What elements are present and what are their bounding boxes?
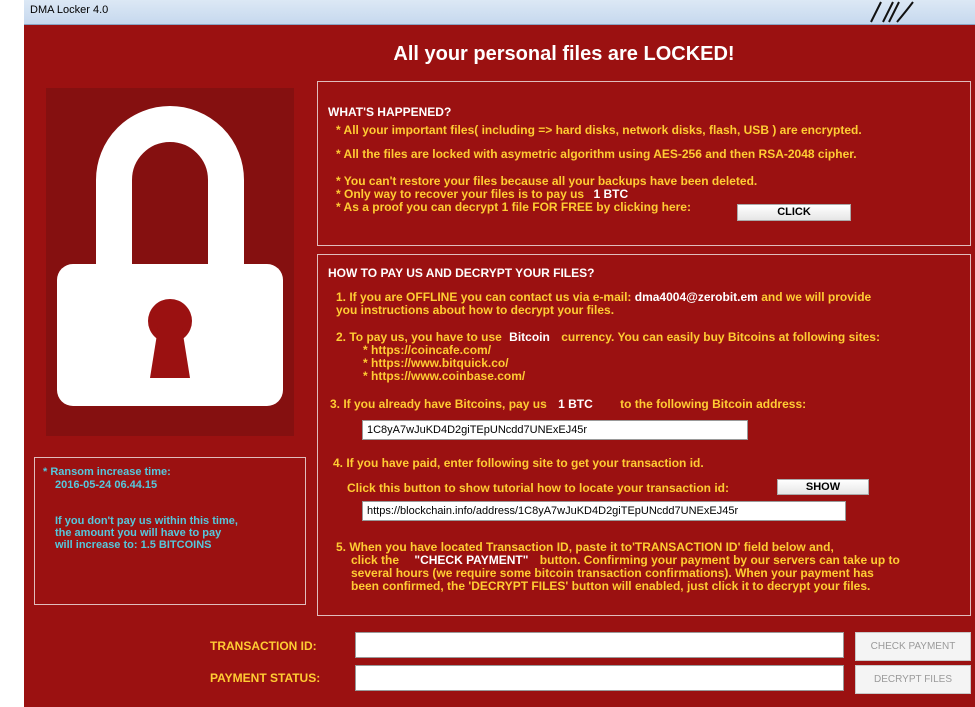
step-text: to the following Bitcoin address: bbox=[620, 397, 807, 411]
timer-warning-2: the amount you will have to pay bbox=[55, 527, 222, 539]
payment-status-label: PAYMENT STATUS: bbox=[210, 671, 321, 685]
payment-instructions-panel: HOW TO PAY US AND DECRYPT YOUR FILES? 1.… bbox=[317, 254, 971, 616]
timer-warning-3: will increase to: 1.5 BITCOINS bbox=[55, 539, 212, 551]
tutorial-prompt: Click this button to show tutorial how t… bbox=[347, 481, 730, 495]
blockchain-url-field[interactable]: https://blockchain.info/address/1C8yA7wJ… bbox=[362, 501, 846, 521]
bitcoin-address-field[interactable]: 1C8yA7wJuKD4D2giTEpUNcdd7UNExEJ45r bbox=[362, 420, 748, 440]
step-4-line: 4. If you have paid, enter following sit… bbox=[333, 456, 704, 470]
step-text: button. Confirming your payment by our s… bbox=[539, 553, 900, 567]
info-line: * All the files are locked with asymetri… bbox=[336, 147, 857, 161]
step-text: currency. You can easily buy Bitcoins at… bbox=[561, 330, 880, 344]
padlock-icon bbox=[57, 106, 283, 406]
step-text: click the bbox=[351, 553, 400, 567]
show-tutorial-button[interactable]: SHOW bbox=[777, 479, 869, 495]
ransom-window: All your personal files are LOCKED! * Ra… bbox=[24, 25, 975, 707]
timer-label: * Ransom increase time: bbox=[43, 466, 171, 478]
step-3-line: 3. If you already have Bitcoins, pay us … bbox=[330, 398, 806, 411]
check-payment-button[interactable]: CHECK PAYMENT bbox=[855, 632, 971, 661]
title-bar[interactable]: DMA Locker 4.0 bbox=[24, 0, 975, 25]
whats-happened-panel: WHAT'S HAPPENED? * All your important fi… bbox=[317, 81, 971, 246]
padlock-panel bbox=[46, 88, 294, 436]
ransom-amount: 1 BTC bbox=[593, 187, 629, 201]
window-title: DMA Locker 4.0 bbox=[30, 4, 109, 16]
site-link: * https://www.coinbase.com/ bbox=[363, 369, 526, 383]
section-heading: HOW TO PAY US AND DECRYPT YOUR FILES? bbox=[328, 266, 595, 280]
step-5-line: been confirmed, the 'DECRYPT FILES' butt… bbox=[351, 579, 871, 593]
check-payment-reference: "CHECK PAYMENT" bbox=[414, 553, 529, 567]
transaction-id-input[interactable] bbox=[355, 632, 844, 658]
click-button[interactable]: CLICK bbox=[737, 204, 851, 221]
step-text: 1. If you are OFFLINE you can contact us… bbox=[336, 290, 632, 304]
ransom-timer-panel: * Ransom increase time: 2016-05-24 06.44… bbox=[34, 457, 306, 605]
step-1-cont: you instructions about how to decrypt yo… bbox=[336, 303, 615, 317]
timer-datetime: 2016-05-24 06.44.15 bbox=[55, 479, 158, 491]
headline: All your personal files are LOCKED! bbox=[393, 43, 735, 65]
info-text: * Only way to recover your files is to p… bbox=[336, 187, 585, 201]
currency-name: Bitcoin bbox=[509, 330, 550, 344]
decrypt-files-button[interactable]: DECRYPT FILES bbox=[855, 665, 971, 694]
section-heading: WHAT'S HAPPENED? bbox=[328, 105, 452, 119]
btc-amount: 1 BTC bbox=[558, 397, 593, 411]
payment-status-field bbox=[355, 665, 844, 691]
step-text: and we will provide bbox=[761, 290, 872, 304]
step-text: 3. If you already have Bitcoins, pay us bbox=[330, 397, 547, 411]
transaction-id-label: TRANSACTION ID: bbox=[210, 639, 317, 653]
contact-email: dma4004@zerobit.em bbox=[634, 290, 758, 304]
info-line: * As a proof you can decrypt 1 file FOR … bbox=[336, 200, 691, 214]
scribble-mark bbox=[870, 1, 914, 23]
timer-warning-1: If you don't pay us within this time, bbox=[55, 515, 238, 527]
step-text: 2. To pay us, you have to use bbox=[336, 330, 502, 344]
info-line: * All your important files( including =>… bbox=[336, 123, 862, 137]
